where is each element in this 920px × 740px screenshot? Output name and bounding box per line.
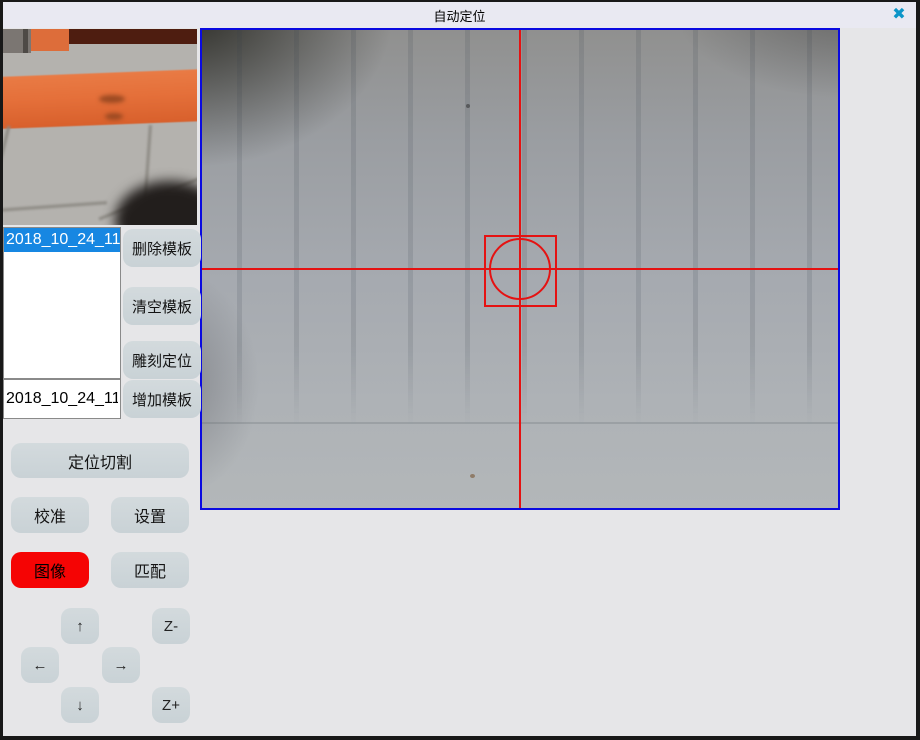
thumb-grout-line	[3, 201, 107, 212]
camera-speck	[466, 104, 470, 108]
calibrate-button[interactable]: 校准	[11, 497, 89, 533]
jog-left-button[interactable]: ←	[21, 647, 59, 683]
close-icon[interactable]: ✖	[888, 5, 910, 25]
image-button[interactable]: 图像	[11, 552, 89, 588]
delete-template-button[interactable]: 删除模板	[123, 229, 201, 267]
dialog-title: 自动定位	[433, 6, 485, 25]
camera-speck	[470, 474, 475, 478]
thumb-dark-object	[115, 181, 197, 225]
template-name-input[interactable]	[3, 379, 121, 419]
position-cut-button[interactable]: 定位切割	[11, 443, 189, 478]
jog-z-plus-button[interactable]: Z+	[152, 687, 190, 723]
target-circle	[489, 238, 551, 300]
thumb-beam-mark	[99, 95, 125, 103]
add-template-button[interactable]: 增加模板	[123, 380, 201, 418]
jog-up-button[interactable]: ↑	[61, 608, 99, 644]
auto-position-dialog: 自动定位 ✖ 2018_10_24_11 删除模板 清空模板 雕刻定位 增加模板…	[0, 0, 920, 740]
title-bar: 自动定位 ✖	[3, 2, 916, 28]
jog-right-button[interactable]: →	[102, 647, 140, 683]
template-thumbnail	[3, 29, 197, 225]
thumb-corner-tile	[3, 29, 31, 53]
thumb-grout-line	[3, 126, 10, 195]
match-button[interactable]: 匹配	[111, 552, 189, 588]
jog-down-button[interactable]: ↓	[61, 687, 99, 723]
settings-button[interactable]: 设置	[111, 497, 189, 533]
template-list-item-selected[interactable]: 2018_10_24_11	[4, 228, 120, 252]
template-list[interactable]: 2018_10_24_11	[3, 227, 121, 379]
engrave-position-button[interactable]: 雕刻定位	[123, 341, 201, 379]
thumb-dark-strip	[69, 29, 197, 44]
camera-view	[200, 28, 840, 510]
thumb-beam-mark	[105, 113, 123, 120]
jog-z-minus-button[interactable]: Z-	[152, 608, 190, 644]
thumb-orange-block	[31, 29, 69, 51]
clear-templates-button[interactable]: 清空模板	[123, 287, 201, 325]
